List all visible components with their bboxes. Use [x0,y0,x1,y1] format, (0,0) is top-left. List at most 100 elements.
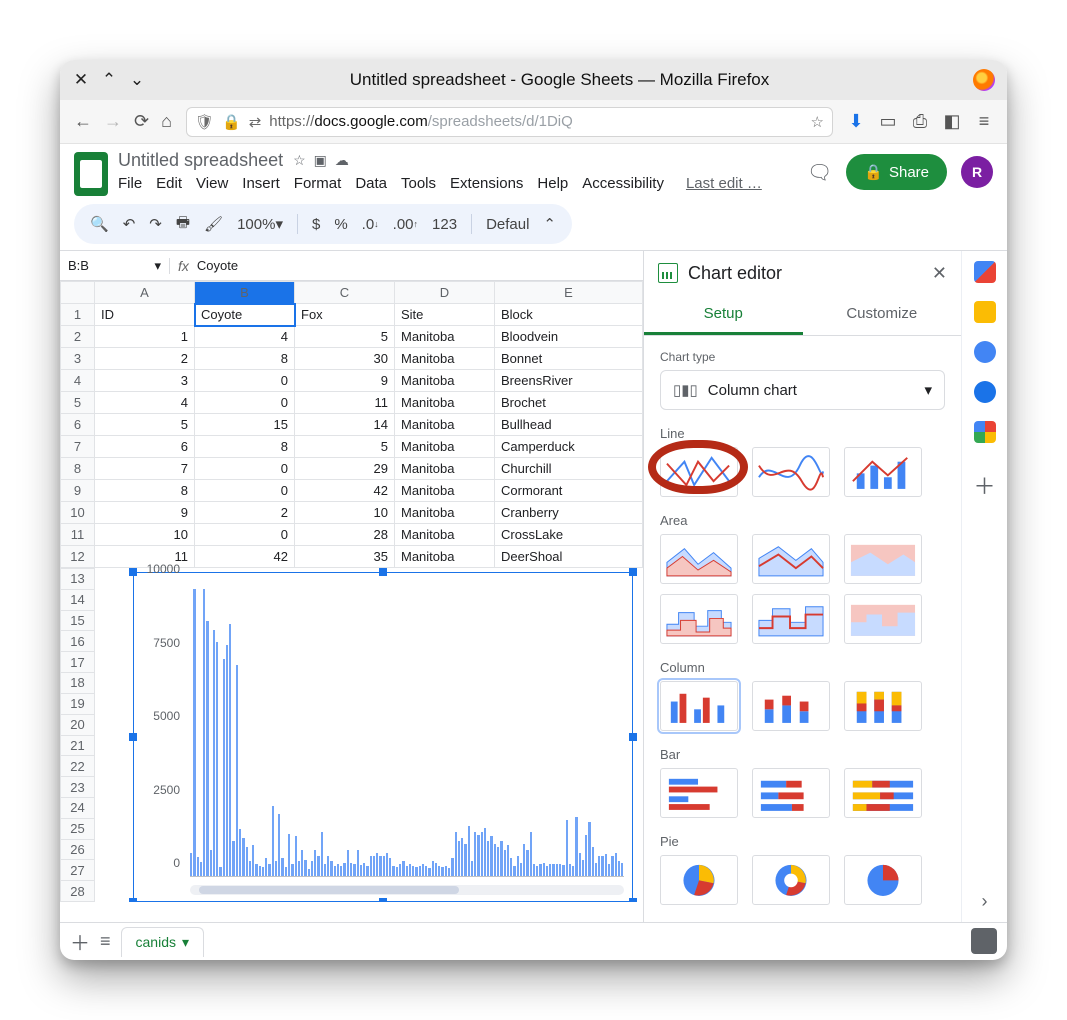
menu-help[interactable]: Help [537,175,568,192]
name-box[interactable]: B:B▾ [60,258,170,274]
menu-extensions[interactable]: Extensions [450,175,523,192]
move-icon[interactable]: ▣ [314,152,327,169]
chart-option-donut[interactable] [752,855,830,905]
chart-option-step-100[interactable] [844,594,922,644]
last-edit-link[interactable]: Last edit … [686,175,762,192]
avatar[interactable]: R [961,156,993,188]
table-row[interactable]: 6 5 15 14 Manitoba Bullhead [61,414,643,436]
col-header-c[interactable]: C [295,282,395,304]
chart-option-stacked-area[interactable] [752,534,830,584]
close-icon[interactable]: ✕ [932,263,947,284]
window-down-icon[interactable]: ⌄ [128,71,146,89]
paint-format-icon[interactable]: 🖌 [204,215,223,233]
nav-back-icon[interactable]: ← [74,111,92,132]
hamburger-icon[interactable]: ≡ [975,111,993,132]
chart-option-100-bar[interactable] [844,768,922,818]
resize-handle[interactable] [629,733,637,741]
permissions-icon[interactable]: ⇄ [249,113,262,131]
chart-option-smooth-line[interactable] [752,447,830,497]
add-sheet-icon[interactable]: ＋ [70,927,90,956]
chevron-down-icon[interactable]: ▾ [182,934,189,951]
menu-format[interactable]: Format [294,175,342,192]
calendar-icon[interactable] [974,261,996,283]
chart-option-step-stacked[interactable] [752,594,830,644]
chart-option-bar[interactable] [660,768,738,818]
menu-insert[interactable]: Insert [242,175,280,192]
menu-data[interactable]: Data [355,175,387,192]
tasks-icon[interactable] [974,341,996,363]
table-row[interactable]: 11 10 0 28 Manitoba CrossLake [61,524,643,546]
table-row[interactable]: 7 6 8 5 Manitoba Camperduck [61,436,643,458]
select-all-corner[interactable] [61,282,95,304]
bookmark-star-icon[interactable]: ☆ [811,113,824,131]
toolbar-collapse-icon[interactable]: ⌃ [543,215,556,233]
menu-file[interactable]: File [118,175,142,192]
table-row[interactable]: 1 ID Coyote Fox Site Block [61,304,643,326]
add-sidepanel-icon[interactable]: ＋ [973,469,995,501]
chevron-down-icon[interactable]: ▾ [154,258,161,274]
formula-value[interactable]: Coyote [197,258,238,273]
percent-button[interactable]: % [334,216,347,233]
currency-button[interactable]: $ [312,216,320,233]
table-row[interactable]: 9 8 0 42 Manitoba Cormorant [61,480,643,502]
col-header-d[interactable]: D [395,282,495,304]
explore-button[interactable] [971,928,997,954]
contacts-icon[interactable] [974,381,996,403]
window-up-icon[interactable]: ⌃ [100,71,118,89]
resize-handle[interactable] [629,568,637,576]
chart-option-line[interactable] [660,447,738,497]
chart-option-pie[interactable] [660,855,738,905]
keep-icon[interactable] [974,301,996,323]
redo-icon[interactable]: ↷ [149,215,162,233]
menu-view[interactable]: View [196,175,228,192]
chart-option-column[interactable] [660,681,738,731]
share-button[interactable]: 🔒 Share [846,154,947,190]
chart-option-area[interactable] [660,534,738,584]
collapse-rail-icon[interactable]: › [982,891,988,912]
sheets-logo-icon[interactable] [74,152,108,196]
nav-home-icon[interactable]: ⌂ [161,111,172,132]
resize-handle[interactable] [379,898,387,902]
chart-option-pie-3[interactable] [844,855,922,905]
comments-icon[interactable]: 🗨 [807,160,832,185]
maps-icon[interactable] [974,421,996,443]
window-close-icon[interactable]: ✕ [72,71,90,89]
table-row[interactable]: 10 9 2 10 Manitoba Cranberry [61,502,643,524]
url-bar[interactable]: 🛡 🔒 ⇄ https://docs.google.com/spreadshee… [186,107,833,137]
col-header-b[interactable]: B [195,282,295,304]
shield-icon[interactable]: 🛡 [195,113,214,131]
library-icon[interactable]: ⎙ [911,111,929,132]
menu-edit[interactable]: Edit [156,175,182,192]
resize-handle[interactable] [629,898,637,902]
chart-option-stacked-column[interactable] [752,681,830,731]
sheet-tab[interactable]: canids ▾ [121,927,205,957]
decrease-decimal-button[interactable]: .0↓ [362,216,379,233]
menu-accessibility[interactable]: Accessibility [582,175,664,192]
all-sheets-icon[interactable]: ≡ [100,931,111,952]
search-icon[interactable]: 🔍 [90,215,109,233]
downloads-icon[interactable]: ⬇ [847,111,865,132]
undo-icon[interactable]: ↶ [123,215,136,233]
font-select[interactable]: Defaul [486,216,529,233]
chart-option-stacked-bar[interactable] [752,768,830,818]
table-row[interactable]: 3 2 8 30 Manitoba Bonnet [61,348,643,370]
spreadsheet-grid[interactable]: A B C D E 1 ID Coyote Fox Site Blo [60,281,643,902]
resize-handle[interactable] [129,568,137,576]
embedded-chart[interactable]: 025005000750010000 [133,572,633,902]
tab-customize[interactable]: Customize [803,295,962,335]
table-row[interactable]: 4 3 0 9 Manitoba BreensRiver [61,370,643,392]
col-header-e[interactable]: E [495,282,643,304]
chart-option-combo[interactable] [844,447,922,497]
table-row[interactable]: 5 4 0 11 Manitoba Brochet [61,392,643,414]
panel-icon[interactable]: ▭ [879,111,897,132]
table-row[interactable]: 2 1 4 5 Manitoba Bloodvein [61,326,643,348]
tab-setup[interactable]: Setup [644,295,803,335]
zoom-level[interactable]: 100% ▾ [237,215,283,233]
nav-reload-icon[interactable]: ⟳ [134,111,149,132]
print-icon[interactable]: 🖶 [176,212,190,237]
col-header-a[interactable]: A [95,282,195,304]
chart-option-100-column[interactable] [844,681,922,731]
lock-icon[interactable]: 🔒 [222,113,241,131]
number-format-button[interactable]: 123 [432,216,457,233]
resize-handle[interactable] [379,568,387,576]
